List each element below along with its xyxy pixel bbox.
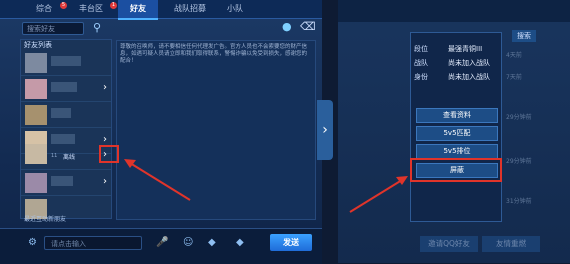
annotation-arrows	[124, 159, 408, 213]
arrow-line	[129, 162, 191, 201]
arrow-line	[349, 179, 403, 213]
